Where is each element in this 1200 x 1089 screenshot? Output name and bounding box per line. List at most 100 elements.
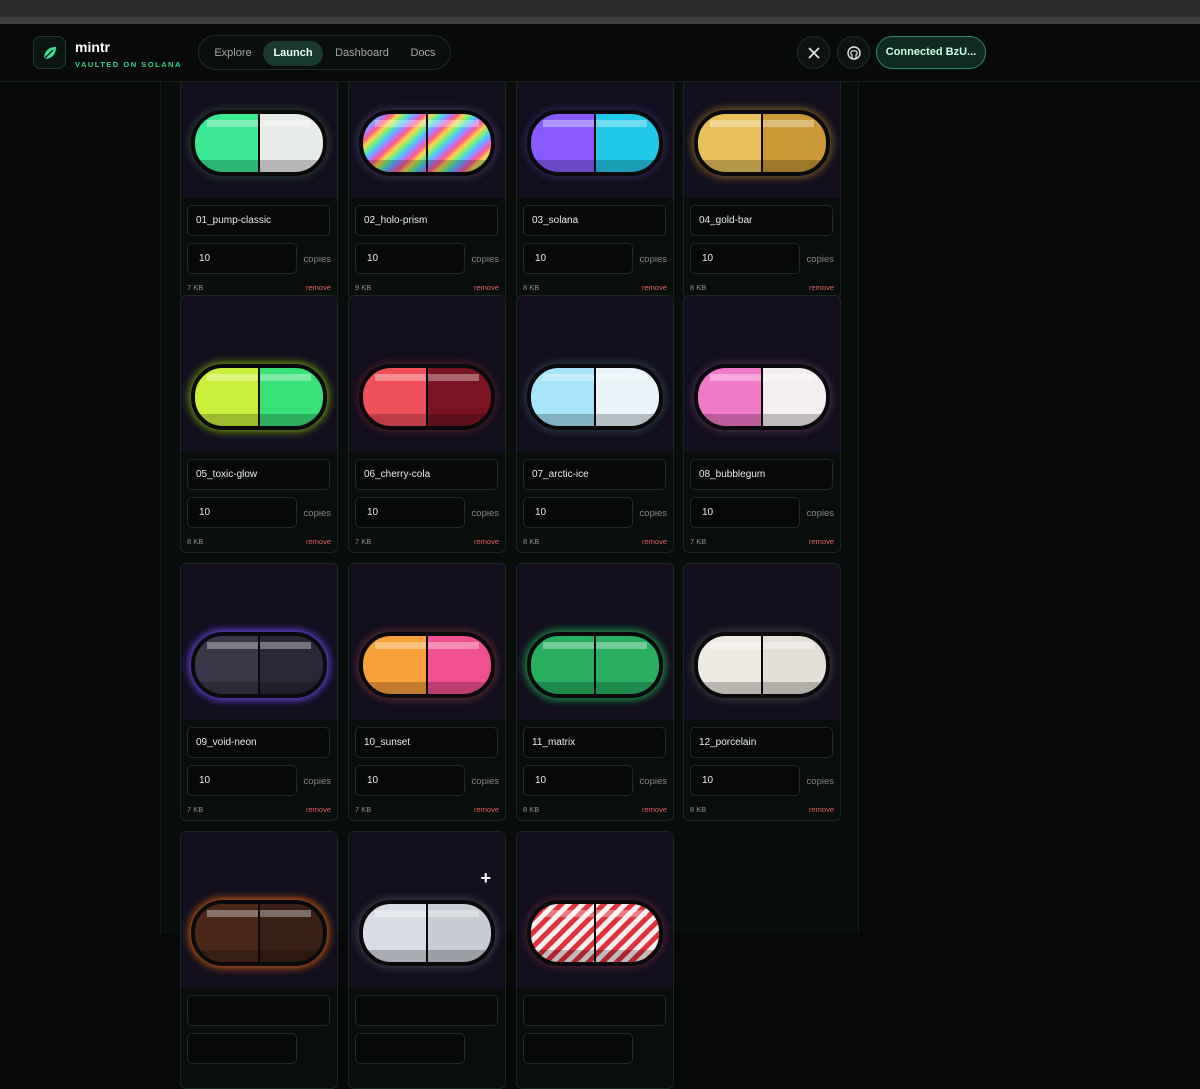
asset-name-input[interactable] [355, 995, 498, 1026]
copies-input[interactable]: 10 [690, 243, 800, 274]
upload-card: 08_bubblegum 10 copies 7 KB remove [683, 295, 841, 553]
copies-input[interactable] [187, 1033, 297, 1064]
asset-name-input[interactable]: 03_solana [523, 205, 666, 236]
file-size: 9 KB [355, 283, 372, 292]
upload-grid-panel: 01_pump-classic 10 copies 7 KB remove 02… [160, 71, 859, 1089]
pill-artwork-image [349, 564, 505, 720]
asset-name-input[interactable]: 09_void-neon [187, 727, 330, 758]
pill-artwork-image [181, 72, 337, 198]
remove-link[interactable]: remove [809, 537, 834, 546]
remove-link[interactable]: remove [642, 283, 667, 292]
upload-card: 12_porcelain 10 copies 8 KB remove [683, 563, 841, 821]
copies-input[interactable]: 10 [690, 765, 800, 796]
copies-label: copies [303, 776, 331, 787]
pill-artwork-image [684, 72, 840, 198]
copies-input[interactable]: 10 [187, 497, 297, 528]
asset-name-input[interactable]: 07_arctic-ice [523, 459, 666, 490]
pill-artwork-image [517, 564, 673, 720]
asset-name-input[interactable]: 05_toxic-glow [187, 459, 330, 490]
top-navbar: mintr VAULTED ON SOLANA Explore Launch D… [0, 24, 1200, 82]
brand-name[interactable]: mintr [75, 39, 110, 55]
tab-explore[interactable]: Explore [207, 41, 259, 66]
asset-name-input[interactable]: 08_bubblegum [690, 459, 833, 490]
asset-name-input[interactable]: 12_porcelain [690, 727, 833, 758]
file-size: 7 KB [187, 805, 204, 814]
pill-artwork-image [517, 832, 673, 988]
copies-input[interactable]: 10 [690, 497, 800, 528]
file-size: 7 KB [187, 283, 204, 292]
upload-card: 10_sunset 10 copies 7 KB remove [348, 563, 506, 821]
remove-link[interactable]: remove [306, 283, 331, 292]
upload-card: 01_pump-classic 10 copies 7 KB remove [180, 71, 338, 299]
copies-label: copies [303, 508, 331, 519]
upload-card: 11_matrix 10 copies 8 KB remove [516, 563, 674, 821]
file-size: 7 KB [355, 805, 372, 814]
copies-input[interactable] [523, 1033, 633, 1064]
copies-input[interactable]: 10 [355, 765, 465, 796]
upload-card: + [348, 831, 506, 1089]
remove-link[interactable]: remove [306, 805, 331, 814]
file-size: 8 KB [523, 805, 540, 814]
file-size: 7 KB [355, 537, 372, 546]
asset-name-input[interactable]: 10_sunset [355, 727, 498, 758]
upload-card [180, 831, 338, 1089]
pill-artwork-image [684, 564, 840, 720]
tab-docs[interactable]: Docs [401, 41, 445, 66]
wallet-connected-button[interactable]: Connected BzU... [876, 36, 986, 69]
copies-input[interactable]: 10 [187, 243, 297, 274]
asset-name-input[interactable]: 04_gold-bar [690, 205, 833, 236]
copies-input[interactable]: 10 [187, 765, 297, 796]
copies-label: copies [471, 508, 499, 519]
tab-launch[interactable]: Launch [263, 41, 323, 66]
copies-input[interactable]: 10 [355, 243, 465, 274]
copies-label: copies [639, 776, 667, 787]
logo-leaf-icon[interactable] [33, 36, 66, 69]
upload-card: 03_solana 10 copies 8 KB remove [516, 71, 674, 299]
copies-input[interactable]: 10 [523, 497, 633, 528]
file-size: 7 KB [690, 537, 707, 546]
copies-input[interactable]: 10 [355, 497, 465, 528]
browser-chrome-strip [0, 0, 1200, 24]
remove-link[interactable]: remove [642, 805, 667, 814]
copies-input[interactable] [355, 1033, 465, 1064]
main-nav: Explore Launch Dashboard Docs [198, 35, 451, 70]
remove-link[interactable]: remove [642, 537, 667, 546]
copies-label: copies [471, 776, 499, 787]
github-icon[interactable] [837, 36, 870, 69]
pill-artwork-image [349, 72, 505, 198]
asset-name-input[interactable]: 01_pump-classic [187, 205, 330, 236]
remove-link[interactable]: remove [474, 283, 499, 292]
file-size: 8 KB [690, 283, 707, 292]
upload-card: 05_toxic-glow 10 copies 8 KB remove [180, 295, 338, 553]
asset-name-input[interactable] [523, 995, 666, 1026]
asset-name-input[interactable]: 02_holo-prism [355, 205, 498, 236]
copies-label: copies [806, 254, 834, 265]
asset-name-input[interactable] [187, 995, 330, 1026]
copies-input[interactable]: 10 [523, 765, 633, 796]
pill-artwork-image [181, 296, 337, 452]
copies-input[interactable]: 10 [523, 243, 633, 274]
upload-card: 04_gold-bar 10 copies 8 KB remove [683, 71, 841, 299]
file-size: 8 KB [690, 805, 707, 814]
asset-name-input[interactable]: 06_cherry-cola [355, 459, 498, 490]
x-social-icon[interactable] [797, 36, 830, 69]
copies-label: copies [639, 508, 667, 519]
remove-link[interactable]: remove [474, 805, 499, 814]
add-icon[interactable]: + [480, 868, 491, 889]
tab-dashboard[interactable]: Dashboard [327, 41, 397, 66]
file-size: 8 KB [523, 283, 540, 292]
remove-link[interactable]: remove [306, 537, 331, 546]
copies-label: copies [639, 254, 667, 265]
pill-artwork-image [349, 832, 505, 988]
asset-name-input[interactable]: 11_matrix [523, 727, 666, 758]
upload-card: 02_holo-prism 10 copies 9 KB remove [348, 71, 506, 299]
upload-card: 07_arctic-ice 10 copies 8 KB remove [516, 295, 674, 553]
file-size: 8 KB [187, 537, 204, 546]
brand-tagline: VAULTED ON SOLANA [75, 60, 182, 69]
upload-card: 06_cherry-cola 10 copies 7 KB remove [348, 295, 506, 553]
pill-artwork-image [517, 296, 673, 452]
remove-link[interactable]: remove [809, 805, 834, 814]
remove-link[interactable]: remove [474, 537, 499, 546]
copies-label: copies [471, 254, 499, 265]
remove-link[interactable]: remove [809, 283, 834, 292]
